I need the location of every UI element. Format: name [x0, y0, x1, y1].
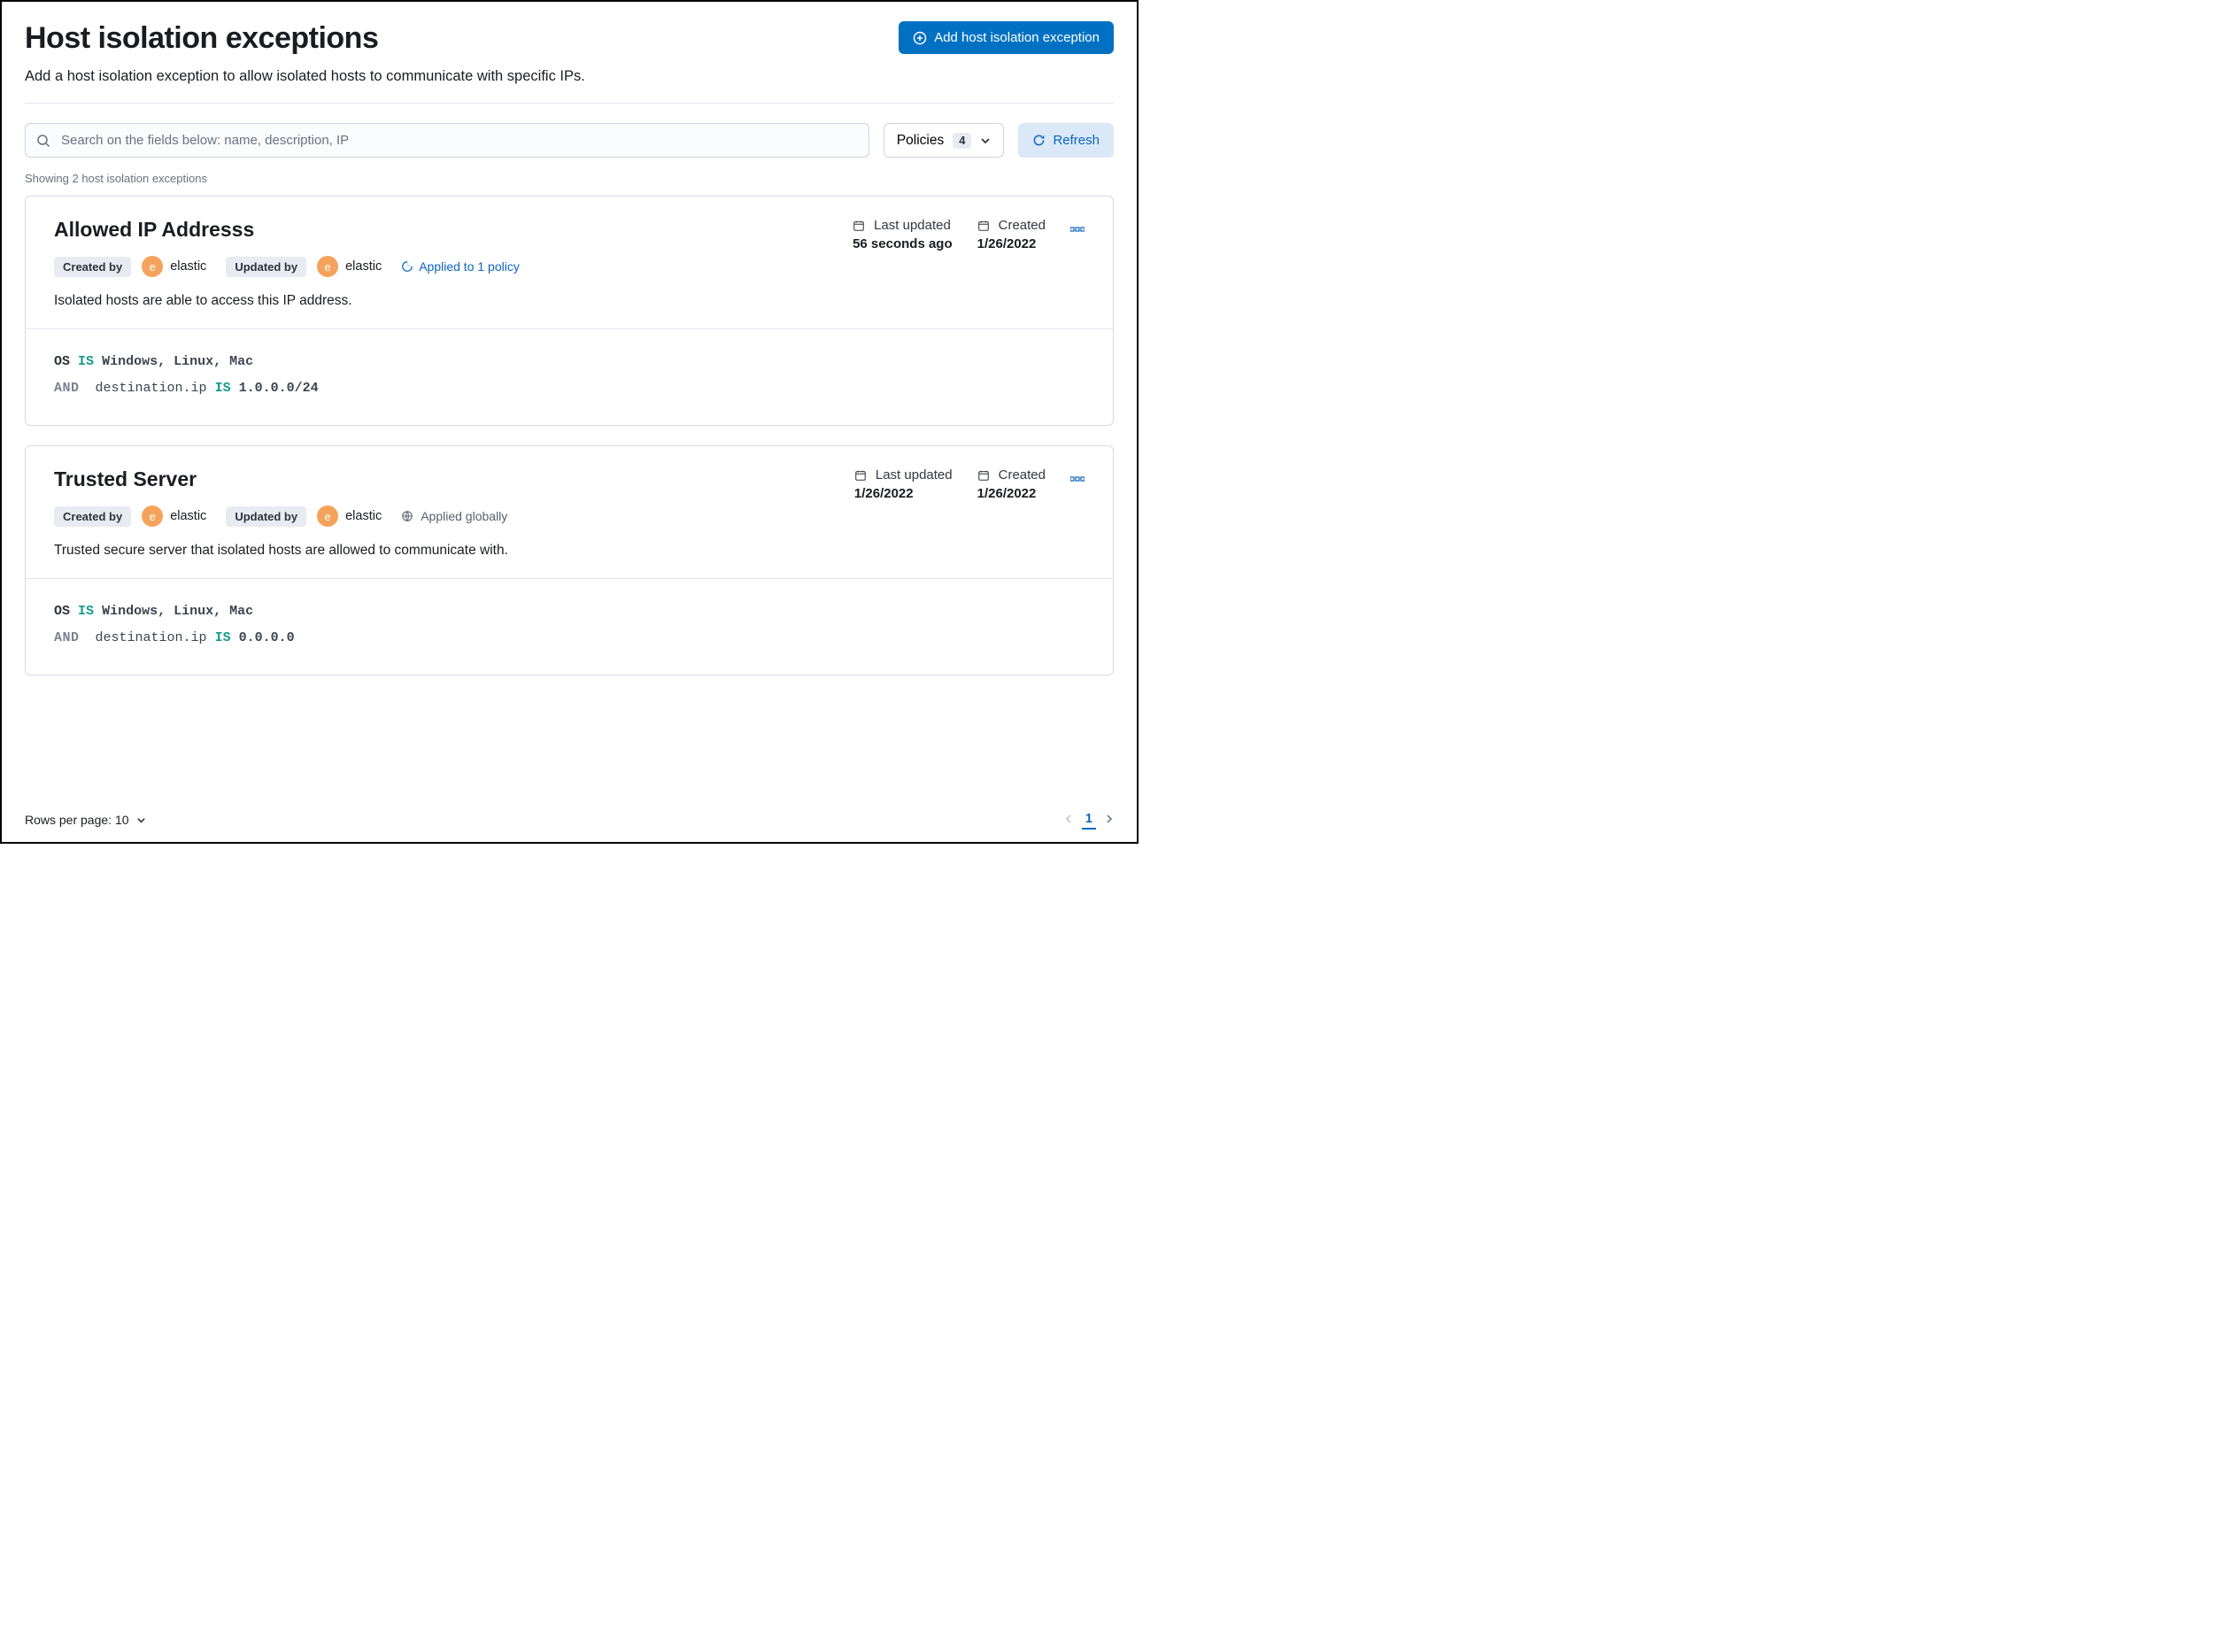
policy-scope-text: Applied to 1 policy	[419, 259, 520, 274]
chevron-left-icon	[1064, 814, 1073, 823]
partial-icon	[401, 260, 413, 273]
policy-scope-link[interactable]: Applied to 1 policy	[401, 259, 520, 274]
exception-description: Isolated hosts are able to access this I…	[54, 293, 520, 309]
exception-title: Allowed IP Addresss	[54, 218, 520, 242]
created-value: 1/26/2022	[977, 236, 1046, 251]
refresh-button[interactable]: Refresh	[1018, 123, 1114, 158]
page-title: Host isolation exceptions	[25, 21, 378, 56]
avatar: e	[317, 256, 338, 277]
exception-title: Trusted Server	[54, 467, 508, 491]
exception-card: Trusted Server Created by e elastic Upda…	[25, 445, 1114, 675]
globe-icon	[401, 510, 413, 522]
condition-line: OS IS Windows, Linux, Mac	[54, 598, 1085, 625]
last-updated-value: 56 seconds ago	[853, 236, 953, 251]
updated-by-chip: Updated by	[226, 506, 306, 527]
chevron-down-icon	[980, 135, 991, 146]
rows-per-page-select[interactable]: Rows per page: 10	[25, 813, 146, 827]
last-updated-value: 1/26/2022	[854, 486, 953, 501]
next-page-button[interactable]	[1105, 813, 1114, 827]
chevron-right-icon	[1105, 814, 1114, 823]
exception-description: Trusted secure server that isolated host…	[54, 543, 508, 559]
prev-page-button[interactable]	[1064, 813, 1073, 827]
last-updated-label: Last updated	[874, 218, 951, 233]
plus-circle-icon	[913, 31, 927, 45]
created-by-chip: Created by	[54, 257, 131, 277]
boxes-icon	[1070, 227, 1085, 232]
created-by-user: elastic	[170, 509, 206, 523]
policy-scope-global: Applied globally	[401, 509, 507, 523]
refresh-icon	[1032, 134, 1046, 147]
policies-count-badge: 4	[953, 133, 971, 149]
condition-block: OS IS Windows, Linux, Mac AND destinatio…	[54, 598, 1085, 652]
search-icon	[36, 134, 50, 148]
page-description: Add a host isolation exception to allow …	[25, 68, 1114, 85]
created-by-chip: Created by	[54, 506, 131, 527]
policies-label: Policies	[897, 133, 944, 149]
calendar-icon	[854, 469, 867, 482]
search-input-wrapper[interactable]	[25, 123, 869, 158]
pagination: 1	[1064, 810, 1114, 830]
last-updated-label: Last updated	[876, 467, 953, 482]
condition-block: OS IS Windows, Linux, Mac AND destinatio…	[54, 349, 1085, 402]
add-exception-label: Add host isolation exception	[934, 30, 1100, 45]
condition-line: AND destination.ip IS 1.0.0.0/24	[54, 375, 1085, 402]
calendar-icon	[977, 220, 990, 232]
card-actions-button[interactable]	[1070, 218, 1085, 235]
boxes-icon	[1070, 476, 1085, 482]
created-label: Created	[999, 218, 1046, 233]
updated-by-chip: Updated by	[226, 257, 306, 277]
exception-card: Allowed IP Addresss Created by e elastic…	[25, 196, 1114, 426]
divider	[25, 103, 1114, 104]
card-actions-button[interactable]	[1070, 467, 1085, 485]
created-value: 1/26/2022	[977, 486, 1046, 501]
chevron-down-icon	[136, 815, 146, 825]
results-count: Showing 2 host isolation exceptions	[25, 172, 1114, 185]
policies-filter-button[interactable]: Policies 4	[884, 123, 1005, 158]
refresh-label: Refresh	[1053, 133, 1100, 148]
condition-line: AND destination.ip IS 0.0.0.0	[54, 625, 1085, 652]
created-label: Created	[999, 467, 1046, 482]
policy-scope-text: Applied globally	[421, 509, 507, 523]
avatar: e	[142, 506, 163, 527]
calendar-icon	[977, 469, 990, 482]
calendar-icon	[853, 220, 865, 232]
avatar: e	[317, 506, 338, 527]
add-exception-button[interactable]: Add host isolation exception	[899, 21, 1114, 54]
search-input[interactable]	[59, 132, 858, 149]
created-by-user: elastic	[170, 259, 206, 274]
page-number[interactable]: 1	[1082, 810, 1096, 830]
condition-line: OS IS Windows, Linux, Mac	[54, 349, 1085, 375]
rows-per-page-label: Rows per page: 10	[25, 813, 129, 827]
updated-by-user: elastic	[345, 509, 382, 523]
avatar: e	[142, 256, 163, 277]
updated-by-user: elastic	[345, 259, 382, 274]
